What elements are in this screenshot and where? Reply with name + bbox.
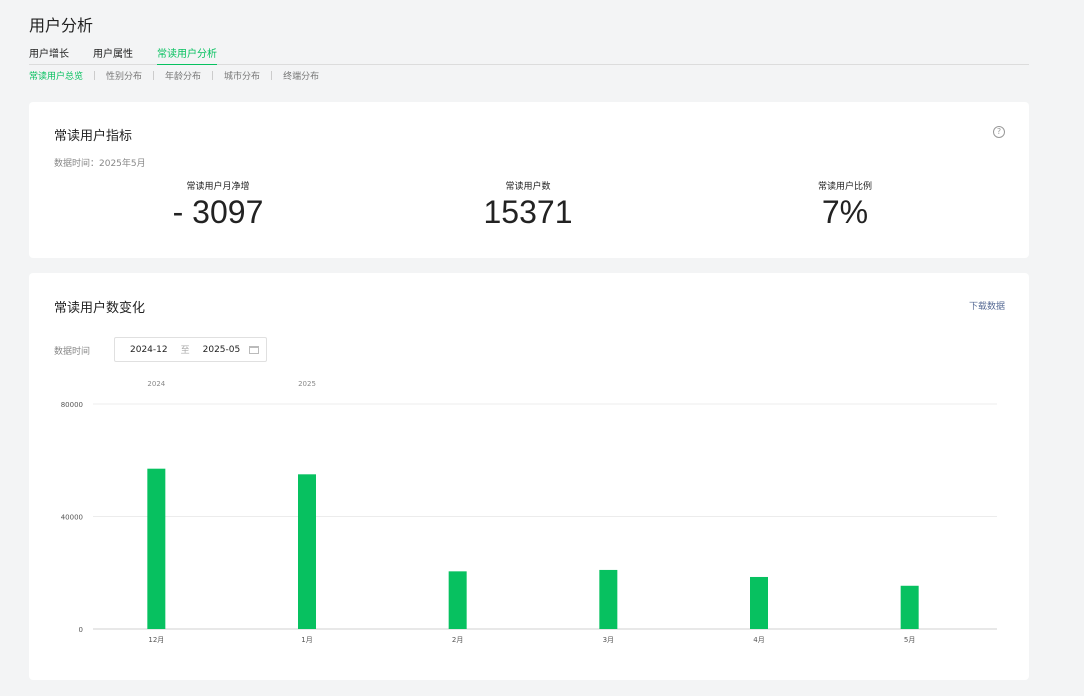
x-tick-label: 3月 — [603, 636, 614, 644]
date-range-picker[interactable]: 2024-12 至 2025-05 — [114, 337, 267, 362]
subtab-city[interactable]: 城市分布 — [224, 69, 260, 82]
calendar-icon[interactable] — [249, 346, 259, 354]
metric-user-count: 常读用户数 15371 — [403, 179, 653, 231]
page-title: 用户分析 — [29, 16, 94, 35]
indicators-title: 常读用户指标 — [54, 129, 133, 144]
range-label: 数据时间 — [54, 347, 91, 357]
y-tick-label: 40000 — [61, 514, 83, 522]
trend-card: 0 40000 80000 12月 1月 2月 3月 4月 5月 2024 2025 常读用户数变化… — [29, 273, 1029, 680]
metric-label: 常读用户比例 — [817, 182, 872, 192]
bar-5 — [900, 585, 919, 629]
help-icon[interactable]: ? — [993, 126, 1005, 138]
bar-1 — [298, 474, 316, 629]
y-tick-label: 0 — [79, 626, 83, 634]
bar-4 — [750, 576, 768, 629]
subtab-device[interactable]: 终端分布 — [283, 69, 319, 82]
user-count-bar-chart: 0 40000 80000 12月 1月 2月 3月 4月 5月 2024 2025 — [61, 380, 997, 644]
bar-2 — [448, 571, 467, 629]
subtab-age[interactable]: 年龄分布 — [165, 69, 201, 82]
range-end-input[interactable]: 2025-05 — [203, 345, 241, 355]
tab-user-attributes[interactable]: 用户属性 — [93, 42, 133, 65]
x-tick-label: 1月 — [301, 636, 312, 644]
main-tabs: 用户增长 用户属性 常读用户分析 — [29, 42, 1029, 65]
y-tick-label: 80000 — [61, 401, 83, 409]
trend-title: 常读用户数变化 — [54, 301, 146, 316]
tab-frequent-readers[interactable]: 常读用户分析 — [157, 42, 217, 65]
metric-user-ratio: 常读用户比例 7% — [720, 179, 970, 231]
bar-3 — [599, 569, 618, 629]
download-data-link[interactable]: 下载数据 — [969, 299, 1005, 312]
subtab-overview[interactable]: 常读用户总览 — [29, 69, 83, 82]
bar-0 — [147, 468, 166, 629]
metric-value: - 3097 — [172, 194, 264, 230]
metric-label: 常读用户月净增 — [186, 182, 250, 192]
year-label: 2025 — [298, 380, 316, 388]
indicators-card: 常读用户指标 ? 数据时间：2025年5月 常读用户月净增 - 3097 常读用… — [29, 102, 1029, 258]
subtab-divider — [94, 71, 96, 80]
subtab-divider — [212, 71, 214, 80]
metric-net-growth: 常读用户月净增 - 3097 — [93, 179, 343, 231]
metric-value: 7% — [821, 194, 869, 230]
subtab-divider — [153, 71, 155, 80]
x-tick-label: 5月 — [904, 636, 915, 644]
range-separator: 至 — [180, 346, 190, 356]
x-tick-label: 12月 — [148, 636, 164, 644]
year-label: 2024 — [147, 380, 165, 388]
x-tick-label: 4月 — [753, 636, 764, 644]
subtab-gender[interactable]: 性别分布 — [106, 69, 142, 82]
metric-value: 15371 — [483, 194, 573, 230]
subtab-divider — [271, 71, 273, 80]
tab-user-growth[interactable]: 用户增长 — [29, 42, 69, 65]
data-time-label: 数据时间：2025年5月 — [54, 159, 146, 169]
x-tick-label: 2月 — [452, 636, 463, 644]
metric-label: 常读用户数 — [505, 182, 551, 192]
sub-tabs: 常读用户总览 性别分布 年龄分布 城市分布 终端分布 — [29, 69, 319, 82]
range-start-input[interactable]: 2024-12 — [130, 345, 168, 355]
